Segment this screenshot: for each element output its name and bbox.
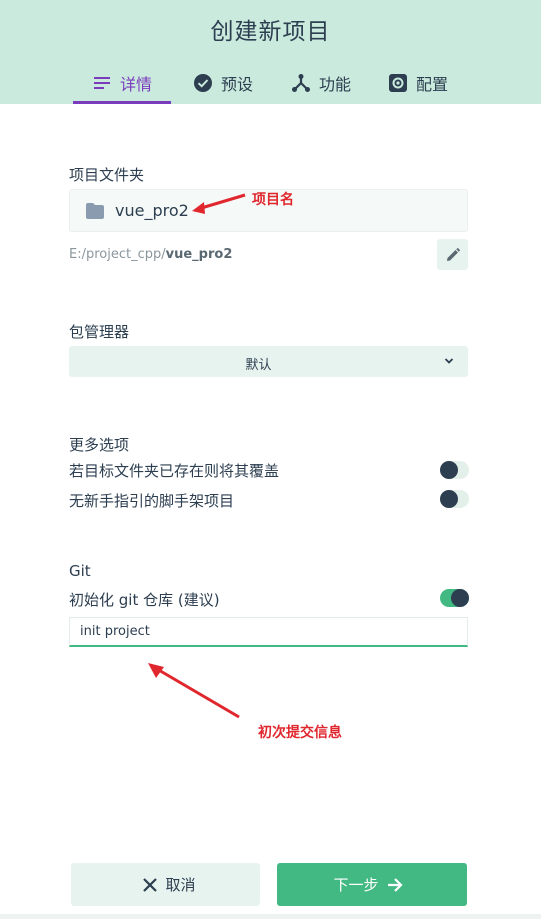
tab-presets[interactable]: 预设 xyxy=(183,64,263,102)
toggle-knob xyxy=(451,589,469,607)
annotation-arrow-commit xyxy=(148,663,240,719)
page-title: 创建新项目 xyxy=(210,19,331,45)
toggle-knob xyxy=(440,490,458,508)
annotation-project-name: 项目名 xyxy=(252,192,294,208)
tab-presets-label: 预设 xyxy=(220,75,253,94)
annotation-arrow-project-name xyxy=(192,193,246,214)
next-button[interactable]: 下一步 xyxy=(277,863,467,906)
arrow-right-icon xyxy=(387,877,403,892)
package-manager-value: 默认 xyxy=(245,358,272,373)
overwrite-toggle[interactable] xyxy=(440,461,469,479)
package-manager-label: 包管理器 xyxy=(69,323,130,341)
close-icon xyxy=(143,877,158,892)
tab-config-label: 配置 xyxy=(415,75,448,94)
path-prefix: E:/project_cpp/ xyxy=(69,247,166,262)
tab-bar: 详情 预设 功能 配置 xyxy=(0,64,541,104)
chevron-down-icon xyxy=(444,358,454,364)
path-name: vue_pro2 xyxy=(165,247,233,262)
cancel-button[interactable]: 取消 xyxy=(71,863,260,906)
header: 创建新项目 详情 预设 功能 配置 xyxy=(0,0,541,104)
features-icon xyxy=(291,74,310,92)
details-icon xyxy=(93,76,110,89)
tab-features-label: 功能 xyxy=(318,75,351,94)
folder-icon xyxy=(86,203,104,219)
no-guide-option-label: 无新手指引的脚手架项目 xyxy=(69,492,235,510)
pencil-icon xyxy=(446,247,460,261)
next-button-label: 下一步 xyxy=(333,876,379,894)
commit-message-input[interactable] xyxy=(69,617,468,647)
cancel-button-label: 取消 xyxy=(165,876,196,894)
overwrite-option-label: 若目标文件夹已存在则将其覆盖 xyxy=(69,462,280,480)
package-manager-select[interactable]: 默认 xyxy=(69,346,468,377)
git-section-label: Git xyxy=(69,562,91,580)
project-path: E:/project_cpp/vue_pro2 xyxy=(69,247,232,262)
edit-path-button[interactable] xyxy=(437,239,468,270)
more-options-label: 更多选项 xyxy=(69,436,130,454)
annotation-commit-info: 初次提交信息 xyxy=(258,725,342,741)
project-name: vue_pro2 xyxy=(115,201,189,220)
git-init-toggle[interactable] xyxy=(440,589,469,607)
tab-details[interactable]: 详情 xyxy=(73,64,171,104)
folder-section-label: 项目文件夹 xyxy=(69,166,145,184)
settings-icon xyxy=(388,74,407,92)
bottom-divider xyxy=(0,914,541,919)
tab-features[interactable]: 功能 xyxy=(281,64,361,102)
tab-config[interactable]: 配置 xyxy=(378,64,458,102)
git-init-label: 初始化 git 仓库 (建议) xyxy=(69,591,220,609)
tab-details-label: 详情 xyxy=(119,74,152,94)
toggle-knob xyxy=(440,461,458,479)
no-guide-toggle[interactable] xyxy=(440,490,469,508)
check-circle-icon xyxy=(193,74,212,92)
